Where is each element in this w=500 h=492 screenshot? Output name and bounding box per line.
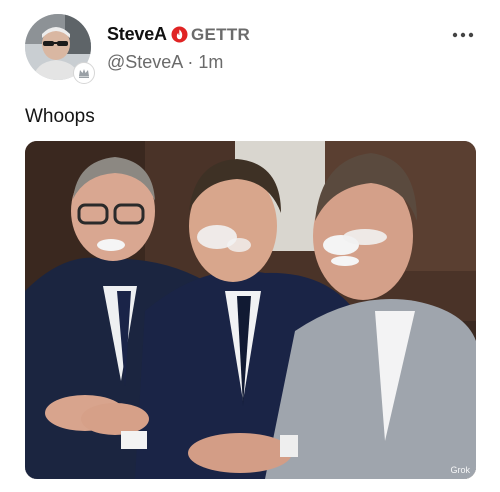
author-handle[interactable]: @SteveA [107,52,182,72]
post-image-illustration [25,141,476,479]
post-time[interactable]: 1m [198,52,223,72]
post-card: SteveA GETTR @SteveA · 1m Whoops Grok [0,0,500,492]
verified-flame-icon [171,26,188,43]
avatar-badge-icon [73,62,95,84]
meta-separator: · [187,52,194,72]
author-display-name[interactable]: SteveA [107,24,167,45]
post-text: Whoops [25,106,95,127]
more-horizontal-icon[interactable] [452,31,474,39]
brand-label: GETTR [191,25,251,44]
author-avatar[interactable] [25,14,95,84]
post-image[interactable]: Grok [25,141,476,479]
handle-time-row: @SteveA · 1m [107,52,223,73]
image-watermark: Grok [450,465,470,475]
